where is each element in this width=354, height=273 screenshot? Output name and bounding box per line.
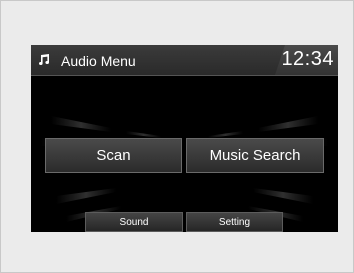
music-search-button[interactable]: Music Search xyxy=(186,138,324,173)
sound-button[interactable]: Sound xyxy=(85,212,183,232)
audio-screen: Audio Menu 12:34 Scan Music Search Sound… xyxy=(31,45,338,232)
scan-button[interactable]: Scan xyxy=(45,138,182,173)
screen-title: Audio Menu xyxy=(61,53,136,69)
page-frame: Audio Menu 12:34 Scan Music Search Sound… xyxy=(0,0,354,273)
setting-button[interactable]: Setting xyxy=(186,212,283,232)
title-bar: Audio Menu 12:34 xyxy=(31,45,338,76)
music-note-icon xyxy=(39,54,49,65)
clock: 12:34 xyxy=(281,48,334,70)
